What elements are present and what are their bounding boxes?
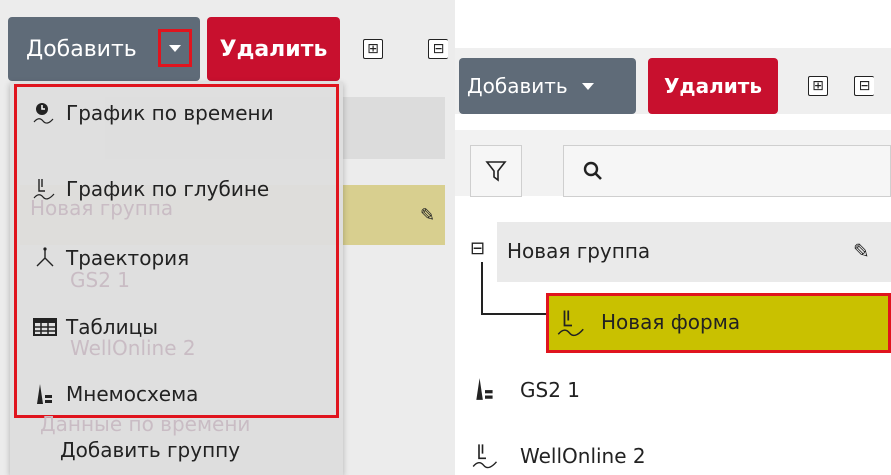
add-button-label: Добавить <box>26 36 137 62</box>
chevron-down-icon[interactable] <box>581 82 594 90</box>
filter-icon <box>485 161 507 182</box>
edit-icon[interactable]: ✎ <box>853 239 870 263</box>
expand-all-button[interactable]: ⊞ <box>363 39 383 59</box>
tree-item-label: Новая форма <box>601 310 741 334</box>
chevron-down-icon <box>169 44 181 52</box>
search-input[interactable] <box>563 145 891 197</box>
menu-extra-items: Данные по времени Добавить группу <box>10 412 343 475</box>
add-button-label: Добавить <box>467 74 568 98</box>
expand-all-button[interactable]: ⊞ <box>808 76 828 96</box>
tree-item-label: GS2 1 <box>520 378 580 402</box>
collapse-all-button[interactable]: ⊟ <box>854 76 874 96</box>
depth-chart-icon <box>557 308 587 342</box>
tree-connector-vertical <box>481 262 483 315</box>
tree-connector-horizontal <box>481 313 549 315</box>
collapse-toggle-icon[interactable]: ⊟ <box>470 238 485 259</box>
tree-item-wellonline[interactable]: WellOnline 2 <box>472 440 891 475</box>
delete-button[interactable]: Удалить <box>648 58 778 114</box>
tree-item-gs2[interactable]: GS2 1 <box>472 370 891 410</box>
delete-button[interactable]: Удалить <box>207 17 340 81</box>
tree-group-label: Новая группа <box>507 239 651 263</box>
depth-chart-icon <box>472 442 500 474</box>
add-dropdown-toggle[interactable] <box>158 29 192 67</box>
mnemoscheme-icon <box>472 376 498 406</box>
add-button[interactable]: Добавить <box>8 17 200 81</box>
add-button[interactable]: Добавить <box>459 58 636 114</box>
menu-item-add-group[interactable]: Добавить группу <box>60 438 240 462</box>
menu-item-time-data[interactable]: Данные по времени <box>40 412 250 436</box>
menu-annotation-box <box>14 84 339 418</box>
tree-item-new-form[interactable]: Новая форма <box>546 293 891 353</box>
filter-button[interactable] <box>470 145 522 197</box>
tree-item-label: WellOnline 2 <box>520 444 646 468</box>
edit-icon[interactable]: ✎ <box>420 205 435 226</box>
collapse-all-button[interactable]: ⊟ <box>428 39 448 59</box>
tree-group-row[interactable]: Новая группа ✎ <box>497 222 891 282</box>
search-icon <box>583 161 602 180</box>
